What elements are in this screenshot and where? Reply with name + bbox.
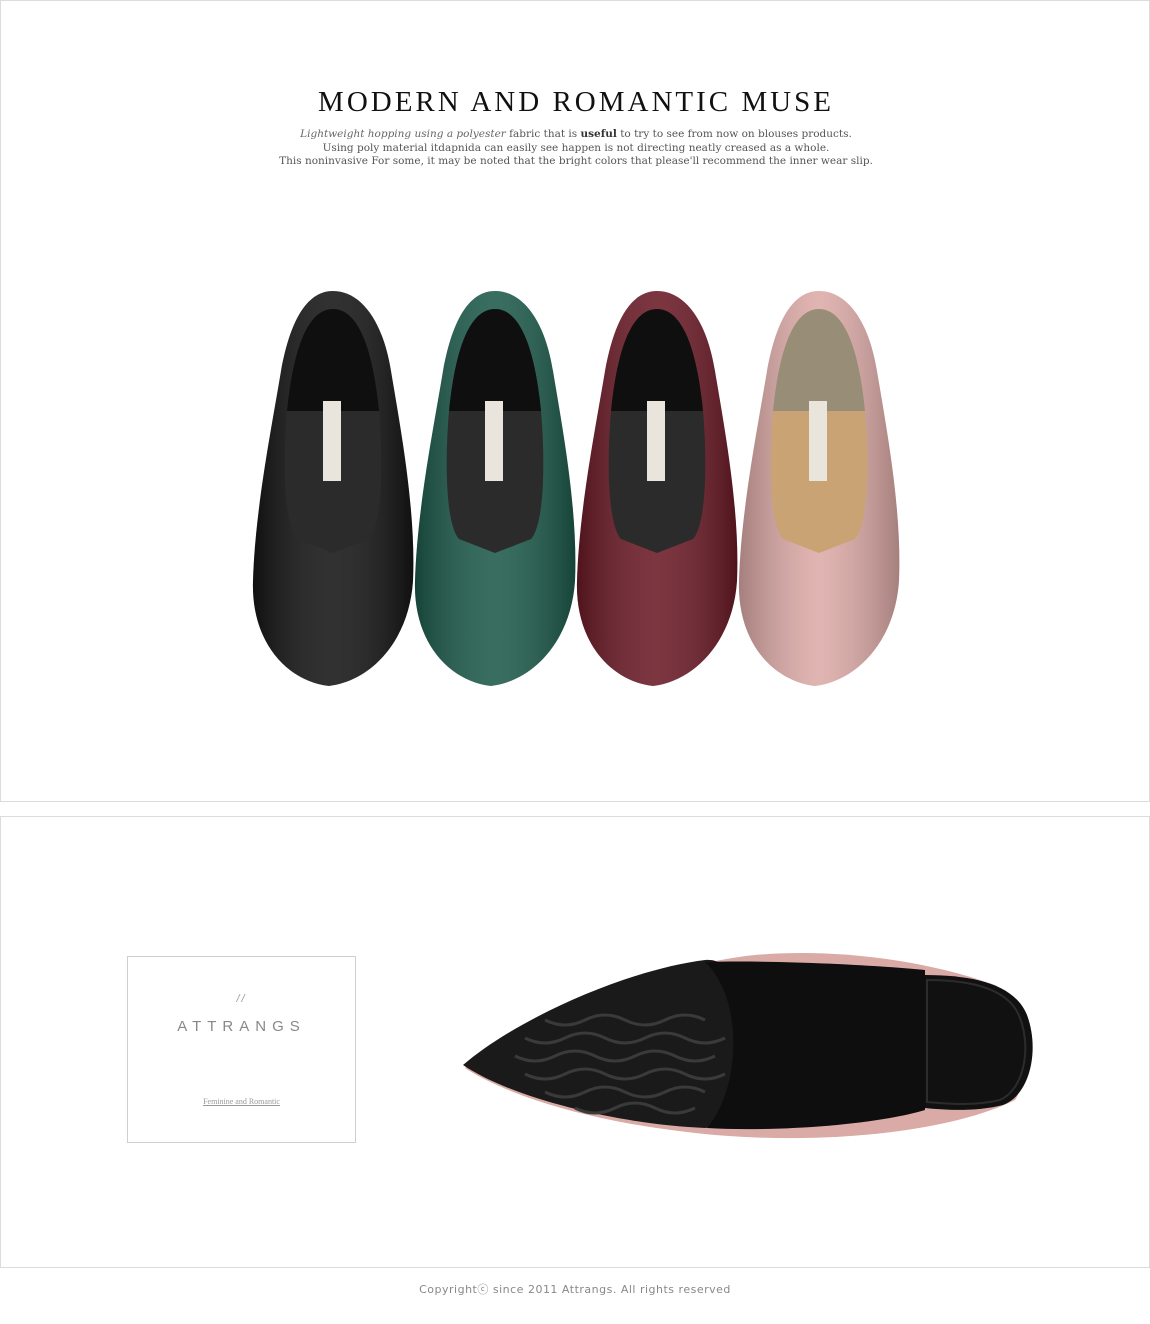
sole-heel (925, 975, 1033, 1110)
brand-tagline: Feminine and Romantic (203, 1097, 280, 1106)
shoe-black (252, 291, 414, 686)
footer-copyright: Copyrightⓒ since 2011 Attrangs. All righ… (419, 1283, 731, 1296)
product-description: Lightweight hopping using a polyester fa… (1, 128, 1150, 169)
sole-shank (705, 961, 925, 1130)
description-line-2: Using poly material itdapnida can easily… (322, 141, 830, 154)
product-panel-top: MODERN AND ROMANTIC MUSE Lightweight hop… (0, 0, 1150, 802)
brand-name: ATTRANGS (177, 1018, 306, 1035)
description-line-3: This noninvasive For some, it may be not… (279, 155, 873, 167)
shoe-sole-image (463, 953, 1033, 1139)
brand-slashes: // (236, 993, 247, 1005)
page-headline: MODERN AND ROMANTIC MUSE (318, 86, 834, 118)
brand-card: // ATTRANGS Feminine and Romantic (127, 956, 356, 1143)
shoes-color-lineup-image (252, 291, 900, 686)
shoe-green (414, 291, 576, 686)
shoe-burgundy (576, 291, 738, 686)
shoe-pink (738, 291, 900, 686)
description-line-1: Lightweight hopping using a polyester fa… (300, 128, 852, 140)
